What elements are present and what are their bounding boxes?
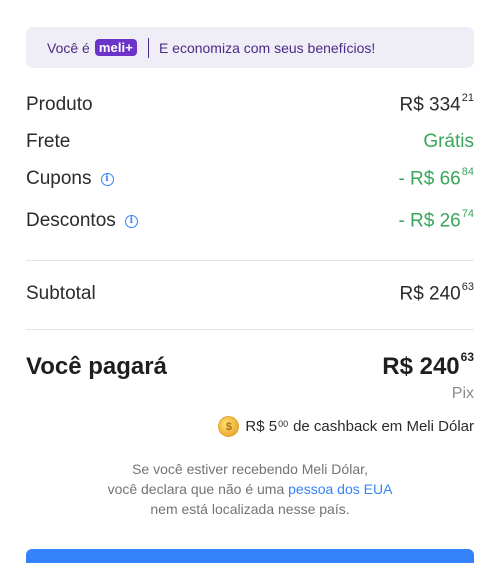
disclaimer-line-3: nem está localizada nesse país. (150, 501, 350, 517)
cupons-amount: - R$ 66 (398, 168, 461, 190)
subtotal-cents: 63 (461, 281, 474, 293)
cupons-info-icon[interactable]: i (100, 172, 114, 186)
descontos-info-icon[interactable]: i (124, 214, 138, 228)
cupons-cents: 84 (461, 166, 474, 178)
disclaimer-line-2: você declara que não é uma pessoa dos EU… (0, 479, 500, 499)
frete-label: Frete (26, 131, 71, 152)
total-amount: R$ 240 (382, 353, 460, 380)
payment-method: Pix (451, 385, 474, 402)
meli-dolar-coin-icon: $ (218, 416, 240, 437)
continue-button[interactable] (26, 549, 474, 563)
subtotal-row: Subtotal R$ 24063 (26, 281, 474, 305)
meli-plus-badge: meli+ (94, 39, 137, 56)
total-row: Você pagará R$ 24063 (26, 350, 474, 381)
frete-value: Grátis (423, 131, 474, 152)
cupons-row: Cupons i - R$ 6684 (26, 166, 474, 190)
total-label: Você pagará (26, 353, 167, 380)
meli-dolar-disclaimer: Se você estiver recebendo Meli Dólar, vo… (0, 459, 500, 519)
produto-value: R$ 33421 (399, 92, 474, 116)
disclaimer-line-1: Se você estiver recebendo Meli Dólar, (132, 461, 368, 477)
frete-row: Frete Grátis (26, 131, 474, 153)
produto-cents: 21 (461, 92, 474, 104)
banner-separator (147, 37, 149, 58)
cupons-value: - R$ 6684 (398, 166, 474, 190)
meli-plus-banner: Você é meli+ E economiza com seus benefí… (26, 27, 474, 68)
total-cents: 63 (460, 350, 474, 364)
cashback-amount: R$ 5 (245, 418, 278, 435)
cashback-info: $ R$ 5 00 de cashback em Meli Dólar (218, 416, 474, 437)
descontos-label: Descontos i (26, 210, 138, 232)
produto-label: Produto (26, 94, 93, 116)
total-value: R$ 24063 (382, 350, 474, 381)
subtotal-value: R$ 24063 (399, 281, 474, 305)
produto-row: Produto R$ 33421 (26, 92, 474, 116)
divider-top (26, 260, 474, 261)
subtotal-amount: R$ 240 (399, 283, 461, 305)
produto-amount: R$ 334 (399, 94, 461, 116)
disclaimer-line-2-text: você declara que não é uma (107, 481, 285, 497)
descontos-amount: - R$ 26 (398, 210, 461, 232)
cupons-label: Cupons i (26, 168, 114, 190)
cashback-text: de cashback em Meli Dólar (293, 418, 474, 435)
banner-prefix: Você é (47, 39, 90, 56)
divider-bottom (26, 329, 474, 330)
descontos-value: - R$ 2674 (398, 208, 474, 232)
banner-text: E economiza com seus benefícios! (158, 39, 376, 56)
cupons-label-text: Cupons (26, 168, 92, 190)
descontos-row: Descontos i - R$ 2674 (26, 208, 474, 232)
pessoa-eua-link[interactable]: pessoa dos EUA (288, 481, 392, 497)
cashback-cents: 00 (278, 418, 289, 429)
descontos-cents: 74 (461, 208, 474, 220)
subtotal-label: Subtotal (26, 283, 96, 305)
descontos-label-text: Descontos (26, 210, 116, 232)
